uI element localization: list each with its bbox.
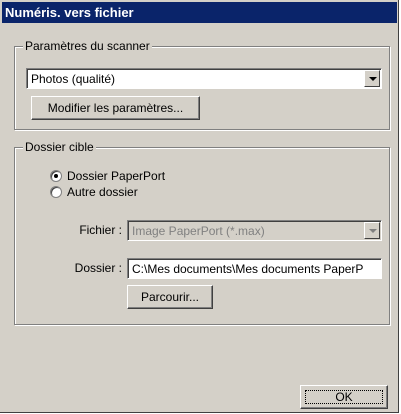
file-type-dropdown[interactable]: Image PaperPort (*.max)	[127, 220, 382, 241]
chevron-down-icon	[369, 77, 377, 81]
ok-button[interactable]: OK	[300, 385, 388, 409]
target-folder-legend: Dossier cible	[23, 140, 96, 154]
title-bar: Numéris. vers fichier	[2, 2, 397, 23]
modify-settings-button[interactable]: Modifier les paramètres...	[31, 96, 200, 120]
scan-mode-value: Photos (qualité)	[31, 72, 116, 86]
scan-mode-dropdown-button[interactable]	[364, 70, 380, 87]
file-type-value: Image PaperPort (*.max)	[132, 224, 265, 238]
scanner-settings-legend: Paramètres du scanner	[23, 39, 152, 53]
dialog-window: Numéris. vers fichier Paramètres du scan…	[0, 0, 399, 413]
focus-rect	[305, 390, 383, 404]
scan-mode-dropdown[interactable]: Photos (qualité)	[26, 68, 382, 89]
chevron-down-icon	[369, 229, 377, 233]
file-type-dropdown-button[interactable]	[364, 222, 380, 239]
browse-button[interactable]: Parcourir...	[127, 285, 213, 309]
radio-unselected-indicator	[50, 186, 62, 198]
folder-label: Dossier :	[74, 261, 122, 275]
radio-paperport-label: Dossier PaperPort	[67, 169, 166, 183]
target-folder-group: Dossier cible Dossier PaperPort Autre do…	[14, 140, 390, 325]
folder-path-input[interactable]: C:\Mes documents\Mes documents PaperP	[127, 258, 382, 279]
window-title: Numéris. vers fichier	[5, 5, 134, 20]
scanner-settings-group: Paramètres du scanner Photos (qualité) M…	[14, 39, 390, 130]
file-label: Fichier :	[79, 223, 122, 237]
radio-other-label: Autre dossier	[67, 185, 138, 199]
folder-path-value: C:\Mes documents\Mes documents PaperP	[132, 262, 364, 276]
radio-selected-indicator	[50, 170, 62, 182]
